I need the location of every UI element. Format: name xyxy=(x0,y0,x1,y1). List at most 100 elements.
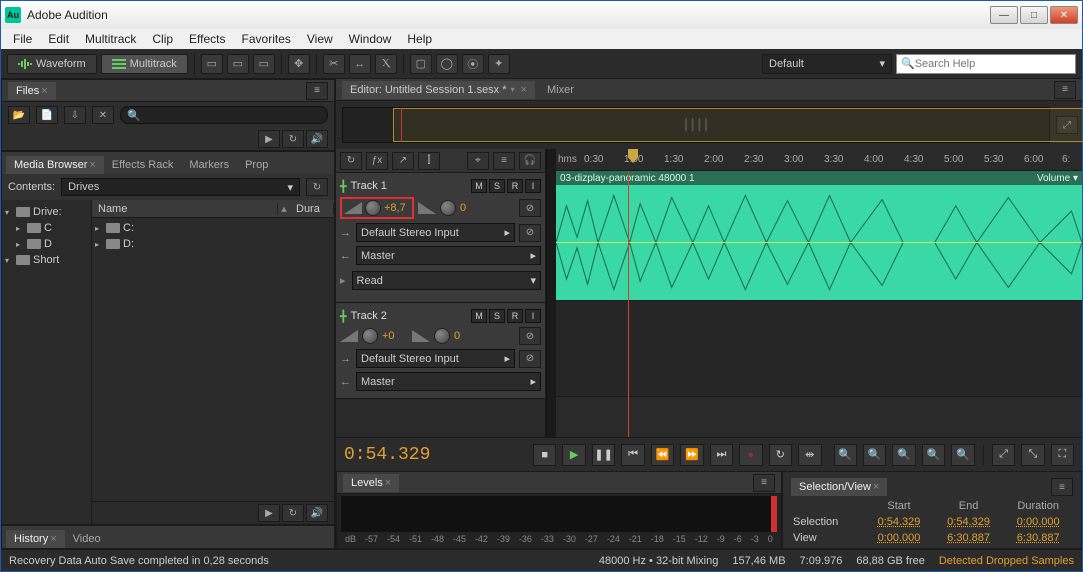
import-icon[interactable]: ⇩ xyxy=(64,106,86,124)
track1-monitor[interactable]: I xyxy=(525,179,541,193)
track2-volume-value[interactable]: +0 xyxy=(382,330,408,342)
drive-c[interactable]: ▸C: xyxy=(94,220,332,236)
track2-solo[interactable]: S xyxy=(489,309,505,323)
sel-duration[interactable]: 0:00.000 xyxy=(1003,514,1073,530)
timecode-display[interactable]: 0:54.329 xyxy=(344,445,461,465)
minimize-button[interactable]: — xyxy=(990,6,1018,24)
workspace-selector[interactable]: Default▾ xyxy=(762,54,892,74)
close-button[interactable]: ✕ xyxy=(1050,6,1078,24)
search-help[interactable]: 🔍 xyxy=(896,54,1076,74)
track1-pan-value[interactable]: 0 xyxy=(460,202,486,214)
menu-edit[interactable]: Edit xyxy=(42,30,75,48)
tab-video[interactable]: Video xyxy=(65,530,109,548)
record-button[interactable]: ● xyxy=(739,444,762,466)
track1-automation-mode[interactable]: Read▾ xyxy=(352,271,541,290)
zoom-in-amp-icon[interactable]: 🔍 xyxy=(834,444,857,466)
zoom-sel-out-icon[interactable]: ⤡ xyxy=(1021,444,1044,466)
tc-loop-icon[interactable]: ↻ xyxy=(340,152,362,170)
loop-preview-button[interactable]: ↻ xyxy=(282,130,304,148)
tc-fx-icon[interactable]: ƒx xyxy=(366,152,388,170)
mixer-tab[interactable]: Mixer xyxy=(539,81,582,99)
automation-arrow-icon[interactable]: ▸ xyxy=(340,274,346,287)
track2-volume-knob[interactable] xyxy=(362,328,378,344)
tab-markers[interactable]: Markers xyxy=(181,156,237,174)
menu-multitrack[interactable]: Multitrack xyxy=(79,30,142,48)
track-1-name[interactable]: Track 1 xyxy=(351,180,467,192)
zoom-full-icon[interactable]: ⛶ xyxy=(1051,444,1074,466)
drive-d-left[interactable]: ▸D xyxy=(4,236,89,252)
drives-root[interactable]: ▾Drive: xyxy=(4,204,89,220)
track-1-lane[interactable]: 03-dizplay-panoramic 48000 1 Volume ▾ xyxy=(556,171,1082,301)
tab-history[interactable]: History× xyxy=(6,530,65,548)
time-select-tool[interactable]: Ⲭ xyxy=(375,54,397,74)
selview-menu-icon[interactable]: ≡ xyxy=(1051,478,1073,496)
overview-selection[interactable] xyxy=(393,108,1083,142)
play-button[interactable]: ▶ xyxy=(562,444,585,466)
sel-end[interactable]: 0:54.329 xyxy=(934,514,1004,530)
zoom-out-time-icon[interactable]: 🔍 xyxy=(951,444,974,466)
track1-phase-icon[interactable]: ⊘ xyxy=(519,199,541,217)
files-tab[interactable]: Files× xyxy=(8,82,56,100)
slip-tool[interactable]: ↔ xyxy=(349,54,371,74)
tab-effects-rack[interactable]: Effects Rack xyxy=(104,156,182,174)
levels-tab[interactable]: Levels× xyxy=(343,474,399,492)
tc-ripple-icon[interactable]: ≡ xyxy=(493,152,515,170)
forward-button[interactable]: ⏩ xyxy=(680,444,703,466)
audio-clip-1[interactable]: 03-dizplay-panoramic 48000 1 Volume ▾ xyxy=(556,171,1082,300)
zoom-sel-in-icon[interactable]: ⤢ xyxy=(992,444,1015,466)
track-2-lane[interactable] xyxy=(556,301,1082,397)
brush-tool[interactable]: ⦿ xyxy=(462,54,484,74)
menu-clip[interactable]: Clip xyxy=(146,30,179,48)
shortcuts-node[interactable]: ▾Short xyxy=(4,252,89,268)
track2-phase-icon[interactable]: ⊘ xyxy=(519,327,541,345)
refresh-icon[interactable]: ↻ xyxy=(306,178,328,196)
mb-loop-button[interactable]: ↻ xyxy=(282,504,304,522)
sort-icon[interactable]: ▴ xyxy=(278,202,290,215)
track2-pan-knob[interactable] xyxy=(434,328,450,344)
sel-start[interactable]: 0:54.329 xyxy=(864,514,934,530)
menu-file[interactable]: File xyxy=(7,30,38,48)
tool-icon-2[interactable]: ▭ xyxy=(227,54,249,74)
tab-properties[interactable]: Prop xyxy=(237,156,276,174)
maximize-button[interactable]: □ xyxy=(1020,6,1048,24)
track2-mute[interactable]: M xyxy=(471,309,487,323)
editor-menu-icon[interactable]: ≡ xyxy=(1054,81,1076,99)
track1-volume-knob[interactable] xyxy=(365,200,381,216)
status-dropped-samples[interactable]: Detected Dropped Samples xyxy=(939,555,1074,567)
track-2-name[interactable]: Track 2 xyxy=(351,310,467,322)
close-file-icon[interactable]: ✕ xyxy=(92,106,114,124)
play-preview-button[interactable]: ▶ xyxy=(258,130,280,148)
drive-c-left[interactable]: ▸C xyxy=(4,220,89,236)
track2-output-select[interactable]: Master▸ xyxy=(356,372,541,391)
track2-input-mono-icon[interactable]: ⊘ xyxy=(519,350,541,368)
track1-solo[interactable]: S xyxy=(489,179,505,193)
skip-selection-button[interactable]: ⇹ xyxy=(798,444,821,466)
menu-favorites[interactable]: Favorites xyxy=(236,30,297,48)
view-start[interactable]: 0:00.000 xyxy=(864,530,934,546)
zoom-out-amp-icon[interactable]: 🔍 xyxy=(863,444,886,466)
razor-tool[interactable]: ✂ xyxy=(323,54,345,74)
track1-input-select[interactable]: Default Stereo Input▸ xyxy=(356,223,515,242)
clip-volume-label[interactable]: Volume ▾ xyxy=(1037,173,1078,184)
go-start-button[interactable]: ⏮ xyxy=(621,444,644,466)
time-ruler[interactable]: hms 0:30 1:00 1:30 2:00 2:30 3:00 3:30 4… xyxy=(556,149,1082,171)
tc-snap-icon[interactable]: ⌖ xyxy=(467,152,489,170)
files-search[interactable]: 🔍 xyxy=(120,106,328,124)
menu-view[interactable]: View xyxy=(301,30,339,48)
menu-effects[interactable]: Effects xyxy=(183,30,231,48)
track1-record[interactable]: R xyxy=(507,179,523,193)
panel-menu-icon[interactable]: ≡ xyxy=(306,82,328,100)
view-duration[interactable]: 6:30.887 xyxy=(1003,530,1073,546)
autoplay-button[interactable]: 🔊 xyxy=(306,130,328,148)
tab-media-browser[interactable]: Media Browser× xyxy=(6,156,104,174)
mb-autoplay-button[interactable]: 🔊 xyxy=(306,504,328,522)
lasso-tool[interactable]: ◯ xyxy=(436,54,458,74)
track1-volume-value[interactable]: +8,7 xyxy=(384,202,410,214)
track1-mute[interactable]: M xyxy=(471,179,487,193)
tc-headphone-icon[interactable]: 🎧 xyxy=(519,152,541,170)
zoom-in-time-icon[interactable]: 🔍 xyxy=(922,444,945,466)
move-tool[interactable]: ✥ xyxy=(288,54,310,74)
tc-eq-icon[interactable]: ⫿ xyxy=(418,152,440,170)
loop-button[interactable]: ↻ xyxy=(769,444,792,466)
waveform-view-button[interactable]: Waveform xyxy=(7,54,97,74)
